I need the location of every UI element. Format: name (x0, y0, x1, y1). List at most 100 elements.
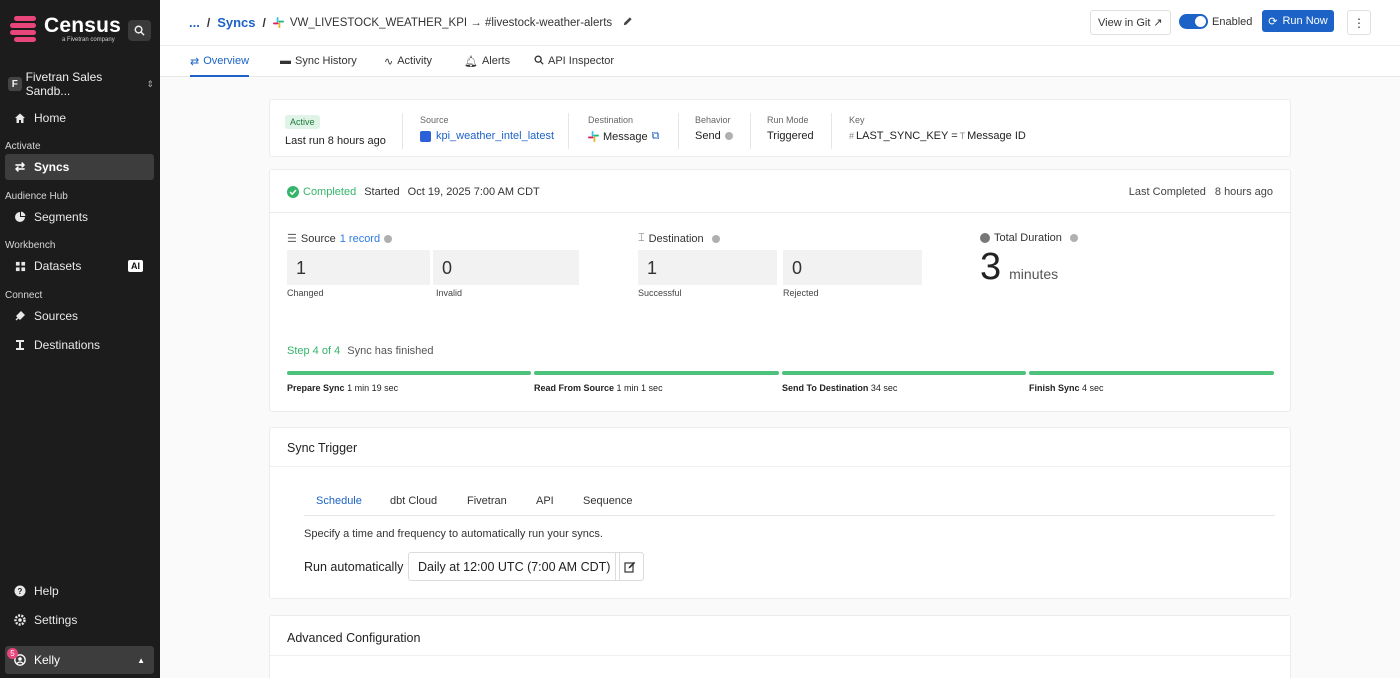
database-icon (420, 130, 431, 142)
tab-schedule[interactable]: Schedule (316, 495, 362, 516)
source-link[interactable]: kpi_weather_intel_latest (436, 130, 554, 142)
successful-label: Successful (638, 288, 682, 298)
tab-api-inspector[interactable]: API Inspector (534, 55, 614, 77)
sidebar-item-syncs[interactable]: ⇄ Syncs (5, 154, 154, 180)
tab-overview[interactable]: ⇄ Overview (190, 55, 250, 77)
invalid-label: Invalid (436, 288, 463, 298)
info-icon[interactable] (724, 132, 733, 140)
bell-icon: 🔔︎ (464, 56, 478, 68)
external-link-icon[interactable]: ⧉ (652, 130, 660, 143)
tab-fivetran[interactable]: Fivetran (467, 495, 507, 507)
page-title: VW_LIVESTOCK_WEATHER_KPI → #livestock-we… (289, 16, 613, 29)
notification-badge: 5 (7, 648, 18, 659)
run-mode-label: Run Mode (767, 115, 809, 125)
run-now-button[interactable]: ⟳ Run Now (1262, 10, 1334, 32)
tab-alerts[interactable]: 🔔︎ Alerts (464, 55, 510, 77)
gear-icon (14, 614, 26, 626)
sidebar-item-label: Datasets (34, 259, 82, 273)
tab-label: Alerts (481, 55, 511, 67)
successful-count: 1 (638, 250, 777, 285)
pencil-icon[interactable] (622, 16, 633, 30)
tab-activity[interactable]: ∿ Activity (384, 55, 432, 77)
activity-icon: ∿ (384, 56, 394, 68)
chevron-updown-icon: ⇕ (146, 78, 154, 89)
search-button[interactable] (128, 20, 151, 41)
key-value: LAST_SYNC_KEY = (856, 130, 958, 142)
briefcase-icon: ▬ (280, 55, 291, 67)
tab-label: API Inspector (548, 55, 615, 67)
edit-schedule-button[interactable] (615, 552, 644, 581)
sync-run-card: Completed Started Oct 19, 2025 7:00 AM C… (269, 169, 1291, 412)
tab-sequence[interactable]: Sequence (583, 495, 633, 507)
advanced-config-title[interactable]: Advanced Configuration (287, 631, 420, 645)
census-logo-icon (8, 14, 38, 44)
step-name: Send To Destination (782, 383, 869, 393)
run-automatically-label: Run automatically (304, 560, 404, 574)
step-time: 1 min 19 sec (347, 383, 399, 393)
brand-sub: a Fivetran company (62, 36, 115, 43)
tab-label: Sync History (295, 55, 357, 67)
behavior-label: Behavior (695, 115, 731, 125)
run-now-label: Run Now (1282, 15, 1328, 27)
step-time: 1 min 1 sec (616, 383, 663, 393)
census-logo[interactable]: Census a Fivetran company (8, 14, 121, 44)
source-record-count[interactable]: 1 record (340, 233, 380, 245)
tab-api[interactable]: API (536, 495, 554, 507)
tab-dbt-cloud[interactable]: dbt Cloud (390, 495, 437, 507)
sidebar-item-label: Syncs (34, 160, 70, 174)
info-icon[interactable] (711, 234, 720, 243)
rejected-count: 0 (783, 250, 922, 285)
section-activate: Activate (5, 141, 41, 152)
breadcrumb-syncs[interactable]: Syncs (217, 15, 255, 30)
step-time: 4 sec (1082, 383, 1104, 393)
destination-stat-label: ⌶ Destination (638, 232, 720, 245)
sidebar-item-label: Sources (34, 309, 79, 323)
edit-icon (623, 561, 635, 573)
sync-trigger-title: Sync Trigger (287, 441, 358, 455)
tab-label: Overview (203, 55, 250, 67)
sidebar-item-help[interactable]: ? Help (5, 578, 154, 604)
breadcrumb-separator: / (206, 15, 211, 30)
sidebar-item-label: Settings (34, 613, 78, 627)
clock-icon (980, 233, 990, 243)
enabled-toggle[interactable] (1179, 14, 1208, 29)
destination-label: Destination (588, 115, 634, 125)
chevron-up-icon: ▲ (137, 655, 145, 665)
info-icon[interactable] (1069, 234, 1078, 242)
schedule-field[interactable]: Daily at 12:00 UTC (7:00 AM CDT) (408, 552, 621, 581)
tab-sync-history[interactable]: ▬ Sync History (280, 55, 357, 77)
key-target: Message ID (967, 130, 1026, 142)
enabled-toggle-group: Enabled (1179, 14, 1252, 29)
sidebar-item-datasets[interactable]: Datasets AI (5, 253, 154, 279)
sidebar: Census a Fivetran company F Fivetran Sal… (0, 0, 160, 678)
step-name: Read From Source (534, 383, 615, 393)
tab-label: Activity (397, 55, 433, 67)
user-menu[interactable]: 5 Kelly ▲ (5, 646, 154, 674)
source-stat-title: Source (300, 232, 336, 245)
breadcrumb-ellipsis[interactable]: ... (189, 15, 200, 30)
advanced-config-card: Advanced Configuration (269, 615, 1291, 678)
rejected-label: Rejected (783, 288, 819, 298)
sidebar-item-destinations[interactable]: Destinations (5, 332, 154, 358)
slack-icon (272, 17, 284, 28)
sidebar-item-sources[interactable]: Sources (5, 303, 154, 329)
run-status: Completed (303, 186, 357, 198)
sidebar-item-segments[interactable]: Segments (5, 204, 154, 230)
breadcrumb-separator: / (262, 15, 266, 30)
section-workbench: Workbench (5, 240, 56, 251)
refresh-icon: ⟳ (1268, 15, 1278, 28)
sync-summary-card: Active Last run 8 hours ago Source kpi_w… (269, 99, 1291, 157)
magnifier-icon (534, 55, 544, 68)
sidebar-item-home[interactable]: Home (5, 105, 154, 131)
section-connect: Connect (5, 290, 43, 301)
workspace-switcher[interactable]: F Fivetran Sales Sandb... ⇕ (8, 70, 154, 98)
step-name: Finish Sync (1029, 383, 1080, 393)
status-badge: Active (285, 115, 320, 129)
sidebar-item-settings[interactable]: Settings (5, 607, 154, 633)
search-icon (134, 25, 145, 36)
more-options-button[interactable]: ⋮ (1347, 10, 1371, 35)
view-in-git-button[interactable]: View in Git ↗ (1090, 10, 1171, 35)
info-icon[interactable] (384, 234, 393, 243)
grid-icon (14, 260, 26, 272)
step-label: Finish Sync 4 sec (1029, 383, 1104, 393)
